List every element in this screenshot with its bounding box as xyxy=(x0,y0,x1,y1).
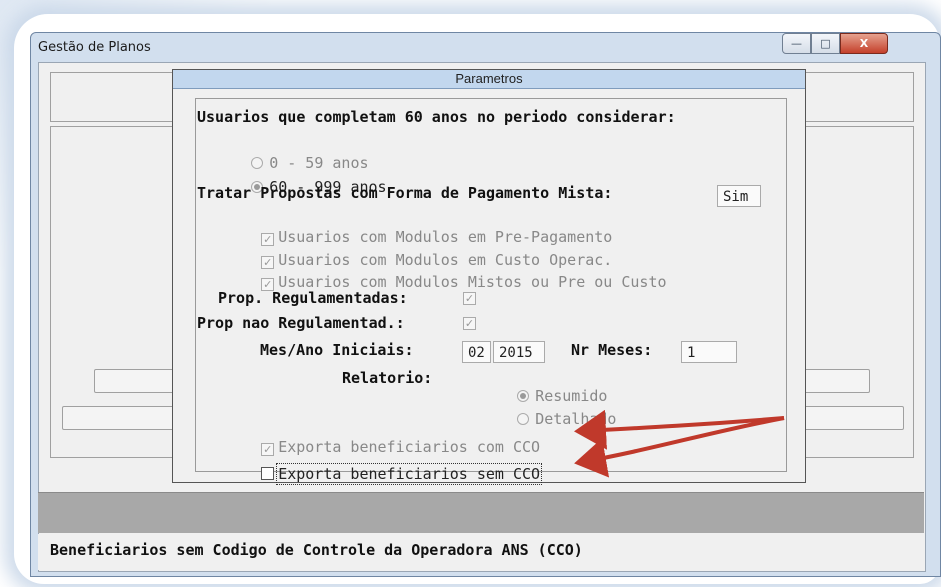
annotation-arrows xyxy=(574,409,785,478)
screenshot-background: Gestão de Planos — □ X Beneficiarios sem… xyxy=(0,0,941,587)
